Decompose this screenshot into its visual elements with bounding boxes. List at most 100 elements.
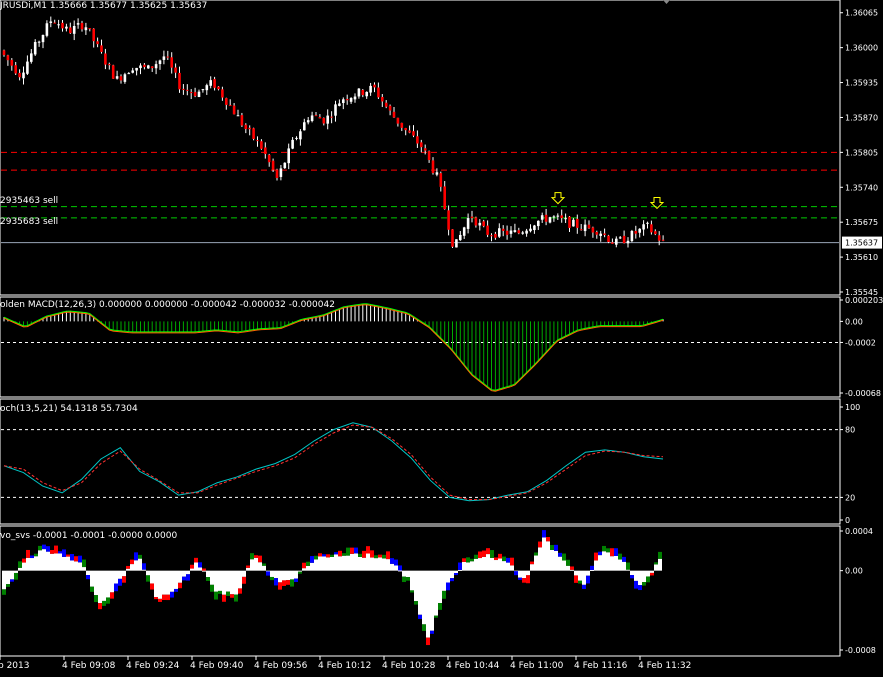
candle-body xyxy=(642,224,645,230)
vo-bar xyxy=(614,555,618,571)
vo-bar xyxy=(186,570,190,575)
vo-bar xyxy=(258,562,262,571)
macd-main-line xyxy=(3,304,664,392)
candle-body xyxy=(373,84,376,88)
vo-bar xyxy=(90,570,94,587)
vo-bar xyxy=(518,570,522,578)
candle-body xyxy=(466,218,470,229)
vo-bar xyxy=(202,570,206,572)
time-axis-label: 4 Feb 09:40 xyxy=(190,661,244,671)
sell-order-label-2[interactable]: 2935683 sell xyxy=(0,217,58,227)
vo-bar-cap xyxy=(34,553,38,557)
vo-bar xyxy=(482,556,486,571)
vo-bar-cap xyxy=(206,577,210,581)
candle-body xyxy=(486,225,489,235)
candle-body xyxy=(349,97,353,102)
candle-body xyxy=(232,105,236,115)
sell-order-label-1[interactable]: 2935463 sell xyxy=(0,196,58,206)
candle-body xyxy=(283,162,287,169)
vo-bar xyxy=(466,562,470,571)
vo-bar xyxy=(314,559,318,571)
vo-bar-cap xyxy=(142,563,146,570)
price-tick-label: 1.35610 xyxy=(845,253,878,262)
vo-bar xyxy=(530,564,534,571)
vo-bar xyxy=(74,561,78,571)
vo-bar-cap xyxy=(306,561,310,566)
vo-bar-cap xyxy=(146,575,150,582)
vo-bar-cap xyxy=(566,559,570,566)
candle-body xyxy=(560,215,563,219)
candle-body xyxy=(416,136,419,144)
stoch-tick-label: 0 xyxy=(845,516,850,525)
vo-bar-cap xyxy=(274,578,278,586)
candle-body xyxy=(353,96,357,100)
candle-body xyxy=(147,65,150,69)
candle-body xyxy=(654,231,657,235)
candle-body xyxy=(490,235,493,237)
vo-bar xyxy=(510,565,514,571)
candle-body xyxy=(579,229,583,231)
vo-bar xyxy=(194,562,198,571)
vo-bar xyxy=(58,553,62,571)
vo-bar xyxy=(426,570,430,638)
vo-bar-cap xyxy=(106,597,110,604)
candle-body xyxy=(182,88,185,90)
candle-body xyxy=(26,61,29,74)
vo-bar-cap xyxy=(266,571,270,576)
candle-body xyxy=(310,115,314,121)
vo-bar xyxy=(630,570,634,576)
candle-body xyxy=(568,216,571,228)
candle-body xyxy=(630,231,634,242)
time-axis-label: 4 Feb 11:16 xyxy=(574,661,628,671)
vo-bar-cap xyxy=(194,557,198,563)
vo-bar xyxy=(290,570,294,580)
vo-bar xyxy=(158,570,162,599)
vo-bar-cap xyxy=(522,578,526,583)
vo-bar xyxy=(638,570,642,586)
candle-body xyxy=(189,92,193,94)
vo-bar-cap xyxy=(618,553,622,560)
vo-bar-cap xyxy=(74,556,78,562)
vo-bar xyxy=(294,570,298,579)
vo-bar-cap xyxy=(342,553,346,556)
candle-body xyxy=(306,120,310,123)
candle-body xyxy=(264,147,267,155)
candle-body xyxy=(213,79,216,88)
vo-bar xyxy=(622,561,626,571)
candle-body xyxy=(435,172,439,175)
vo-bar xyxy=(138,558,142,571)
macd-histogram xyxy=(1,303,839,392)
vo-bar-cap xyxy=(362,550,366,558)
candle-body xyxy=(455,239,458,248)
vo-bar-cap xyxy=(390,558,394,564)
vo-bar-cap xyxy=(22,558,26,563)
vo-bar-cap xyxy=(398,565,402,571)
candle-body xyxy=(57,24,60,26)
candle-body xyxy=(236,115,240,117)
vo-bar xyxy=(30,558,34,571)
trading-chart[interactable]: 1.36065 1.36000 1.35935 1.35870 1.35805 1.357… xyxy=(0,0,883,677)
vo-bar xyxy=(606,552,610,571)
stoch-signal-line xyxy=(3,424,664,501)
candle-body xyxy=(420,142,423,148)
vo-bar xyxy=(154,570,158,598)
candle-body xyxy=(431,160,435,174)
vo-bar xyxy=(14,570,18,573)
vo-bar xyxy=(318,556,322,571)
candle-body xyxy=(408,130,411,133)
candle-body xyxy=(357,88,361,97)
candle-body xyxy=(2,50,6,56)
candle-body xyxy=(607,235,610,242)
vo-bar xyxy=(414,570,418,602)
vo-bar xyxy=(70,560,74,571)
collapse-icon[interactable] xyxy=(663,0,670,4)
vo-bar-cap xyxy=(94,595,98,603)
vo-bar-cap xyxy=(122,576,126,583)
candle-body xyxy=(260,141,263,149)
vo-bar-cap xyxy=(82,559,86,568)
vo-bar-cap xyxy=(446,582,450,591)
stoch-panel-frame xyxy=(0,398,841,525)
stochastic-lines xyxy=(1,422,839,502)
vo-bar xyxy=(94,570,98,596)
macd-signal-line xyxy=(3,303,664,391)
